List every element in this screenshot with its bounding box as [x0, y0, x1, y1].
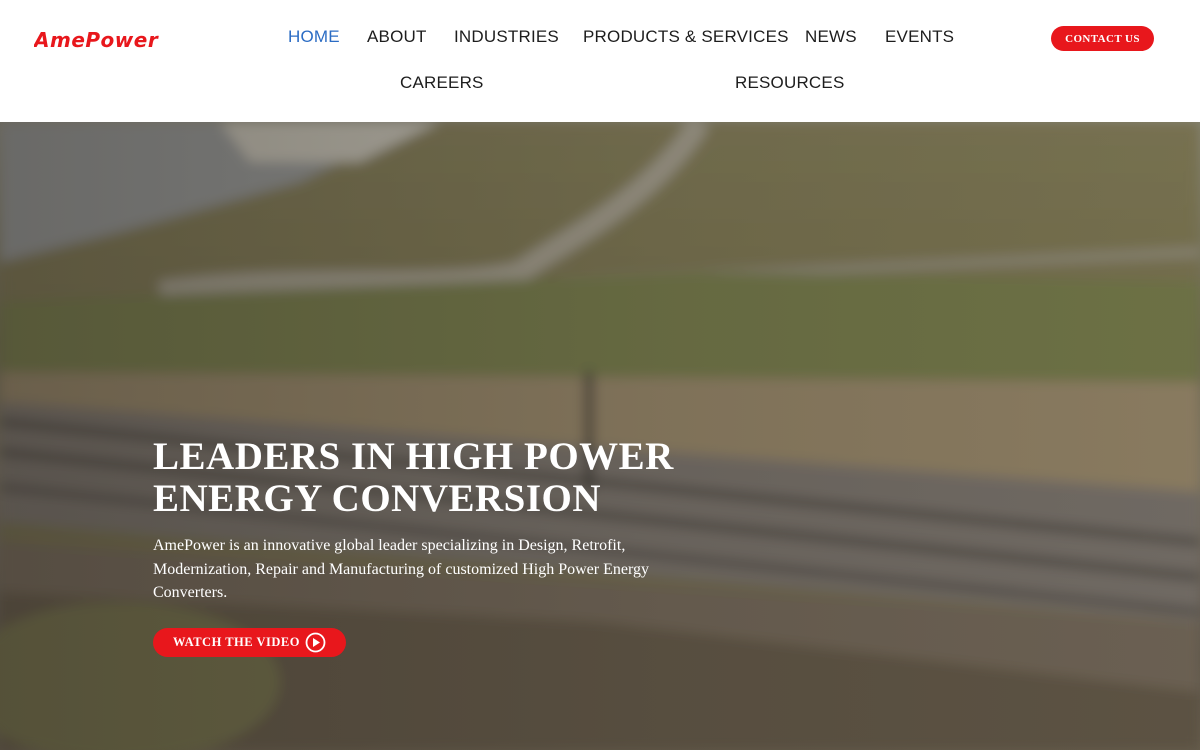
hero-title: LEADERS IN HIGH POWER ENERGY CONVERSION — [153, 436, 753, 520]
nav-products-services[interactable]: PRODUCTS & SERVICES — [583, 27, 789, 47]
contact-us-button[interactable]: CONTACT US — [1051, 26, 1154, 51]
nav-industries[interactable]: INDUSTRIES — [454, 27, 559, 47]
play-circle-icon — [305, 632, 326, 653]
nav-news[interactable]: NEWS — [805, 27, 857, 47]
hero-title-line-2: ENERGY CONVERSION — [153, 477, 602, 520]
nav-events[interactable]: EVENTS — [885, 27, 954, 47]
watch-video-button[interactable]: WATCH THE VIDEO — [153, 628, 346, 657]
watch-video-label: WATCH THE VIDEO — [173, 635, 300, 649]
site-header: AmePower HOME ABOUT INDUSTRIES PRODUCTS … — [0, 0, 1200, 122]
nav-home[interactable]: HOME — [288, 27, 340, 47]
nav-careers[interactable]: CAREERS — [400, 73, 484, 93]
nav-about[interactable]: ABOUT — [367, 27, 427, 47]
hero-description: AmePower is an innovative global leader … — [153, 537, 650, 601]
amepower-logo[interactable]: AmePower — [32, 28, 194, 53]
hero-section: LEADERS IN HIGH POWER ENERGY CONVERSION … — [0, 122, 1200, 750]
svg-text:AmePower: AmePower — [34, 29, 159, 52]
nav-resources[interactable]: RESOURCES — [735, 73, 845, 93]
hero-title-line-1: LEADERS IN HIGH POWER — [153, 435, 674, 478]
